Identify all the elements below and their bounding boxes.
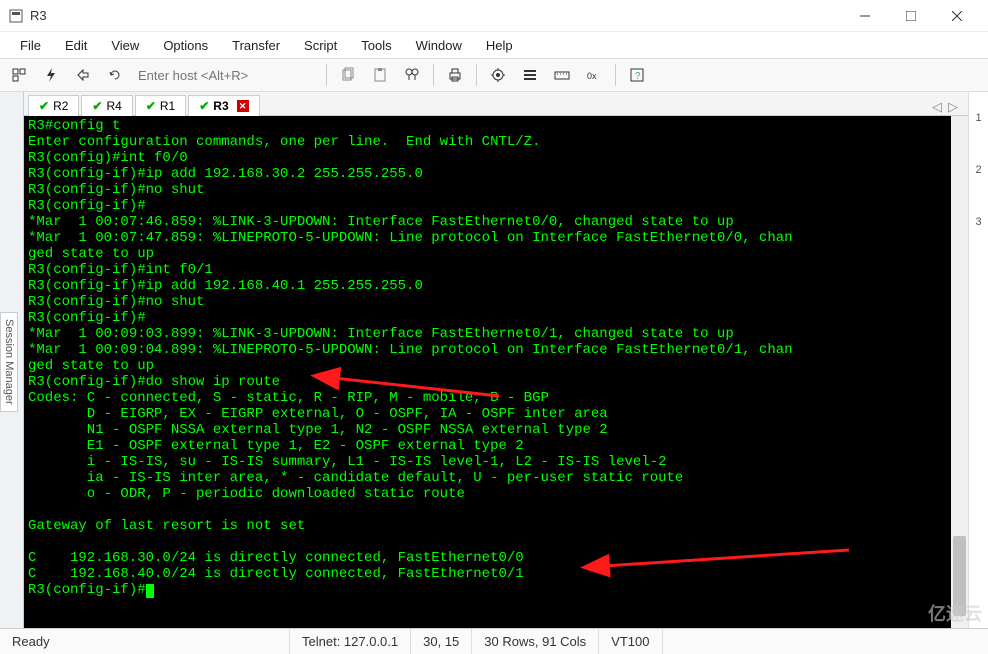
maximize-button[interactable] xyxy=(888,0,934,32)
properties-icon[interactable] xyxy=(485,62,511,88)
toolbar-separator xyxy=(326,64,327,86)
menu-transfer[interactable]: Transfer xyxy=(222,36,290,55)
check-icon: ✔ xyxy=(146,99,156,113)
terminal-output[interactable]: R3#config t Enter configuration commands… xyxy=(24,116,968,628)
status-ready: Ready xyxy=(0,629,290,654)
paste-icon[interactable] xyxy=(367,62,393,88)
tab-label: R1 xyxy=(160,99,175,113)
menu-script[interactable]: Script xyxy=(294,36,347,55)
check-icon: ✔ xyxy=(92,99,102,113)
tab-next-icon[interactable]: ▷ xyxy=(948,99,958,115)
watermark: 亿速云 xyxy=(928,600,982,626)
menu-file[interactable]: File xyxy=(10,36,51,55)
app-icon xyxy=(8,8,24,24)
menu-options[interactable]: Options xyxy=(153,36,218,55)
menu-tools[interactable]: Tools xyxy=(351,36,401,55)
close-tab-icon[interactable]: ✕ xyxy=(237,100,249,112)
toolbar-separator xyxy=(615,64,616,86)
marker-3: 3 xyxy=(975,216,981,228)
tab-r2[interactable]: ✔ R2 xyxy=(28,95,79,116)
quick-connect-icon[interactable] xyxy=(38,62,64,88)
find-icon[interactable] xyxy=(399,62,425,88)
tab-r4[interactable]: ✔ R4 xyxy=(81,95,132,116)
status-emulation: VT100 xyxy=(599,629,662,654)
tab-bar: ✔ R2 ✔ R4 ✔ R1 ✔ R3 ✕ ◁ ▷ xyxy=(24,92,968,116)
tab-label: R2 xyxy=(53,99,68,113)
tab-label: R4 xyxy=(106,99,121,113)
marker-1: 1 xyxy=(975,112,981,124)
status-cursor-pos: 30, 15 xyxy=(411,629,472,654)
right-strip: 1 2 3 xyxy=(968,92,988,628)
menu-bar: File Edit View Options Transfer Script T… xyxy=(0,32,988,58)
tab-r1[interactable]: ✔ R1 xyxy=(135,95,186,116)
keyboard-icon[interactable] xyxy=(549,62,575,88)
svg-text:?: ? xyxy=(635,71,641,82)
connect-sftp-icon[interactable] xyxy=(70,62,96,88)
copy-icon[interactable] xyxy=(335,62,361,88)
menu-window[interactable]: Window xyxy=(406,36,472,55)
toolbar-separator xyxy=(433,64,434,86)
check-icon: ✔ xyxy=(199,99,209,113)
terminal-scrollbar[interactable] xyxy=(951,116,968,628)
reconnect-icon[interactable] xyxy=(102,62,128,88)
main-layout: Session Manager ✔ R2 ✔ R4 ✔ R1 ✔ R3 ✕ ◁ ▷ R3#… xyxy=(0,92,988,628)
tab-r3[interactable]: ✔ R3 ✕ xyxy=(188,95,259,116)
tab-label: R3 xyxy=(213,99,228,113)
options-icon[interactable] xyxy=(517,62,543,88)
hex-icon[interactable]: 0x xyxy=(581,62,607,88)
svg-text:0x: 0x xyxy=(587,71,597,81)
session-manager-icon[interactable] xyxy=(6,62,32,88)
window-title: R3 xyxy=(30,8,47,23)
sidebar: Session Manager xyxy=(0,92,24,628)
main-panel: ✔ R2 ✔ R4 ✔ R1 ✔ R3 ✕ ◁ ▷ R3#config t Enter c… xyxy=(24,92,968,628)
help-icon[interactable]: ? xyxy=(624,62,650,88)
tab-nav-arrows: ◁ ▷ xyxy=(932,99,964,115)
status-term-size: 30 Rows, 91 Cols xyxy=(472,629,599,654)
status-connection: Telnet: 127.0.0.1 xyxy=(290,629,411,654)
print-icon[interactable] xyxy=(442,62,468,88)
toolbar: 0x ? xyxy=(0,58,988,92)
status-bar: Ready Telnet: 127.0.0.1 30, 15 30 Rows, … xyxy=(0,628,988,654)
menu-view[interactable]: View xyxy=(101,36,149,55)
minimize-button[interactable] xyxy=(842,0,888,32)
sidebar-tab-session-manager[interactable]: Session Manager xyxy=(0,312,18,412)
check-icon: ✔ xyxy=(39,99,49,113)
menu-help[interactable]: Help xyxy=(476,36,523,55)
menu-edit[interactable]: Edit xyxy=(55,36,97,55)
host-input[interactable] xyxy=(134,64,318,86)
marker-2: 2 xyxy=(975,164,981,176)
close-button[interactable] xyxy=(934,0,980,32)
title-bar: R3 xyxy=(0,0,988,32)
toolbar-separator xyxy=(476,64,477,86)
tab-prev-icon[interactable]: ◁ xyxy=(932,99,942,115)
